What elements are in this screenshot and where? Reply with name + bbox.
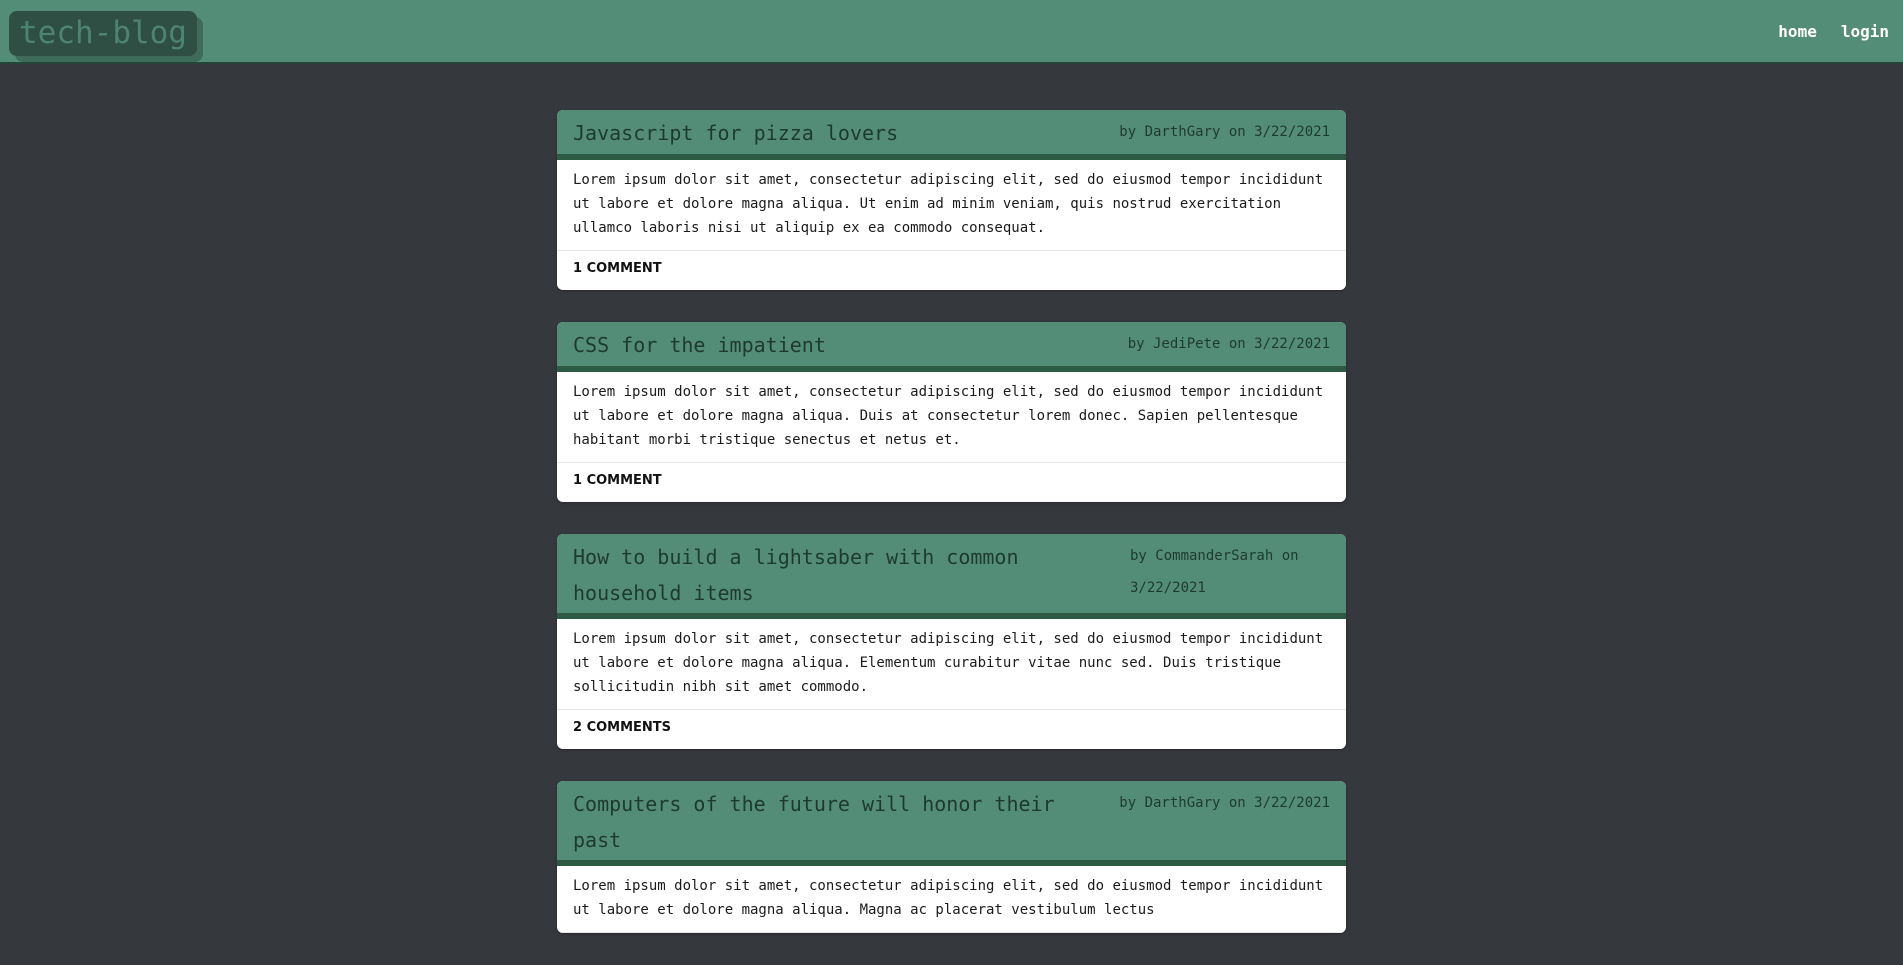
nav-links: home login — [1778, 22, 1889, 41]
post-body: Lorem ipsum dolor sit amet, consectetur … — [557, 866, 1346, 933]
post-header: Javascript for pizza lovers by DarthGary… — [557, 110, 1346, 160]
post-card: CSS for the impatient by JediPete on 3/2… — [557, 322, 1346, 502]
post-card: Computers of the future will honor their… — [557, 781, 1346, 933]
post-meta: by DarthGary on 3/22/2021 — [1119, 795, 1330, 811]
post-comments-link[interactable]: 2 COMMENTS — [557, 710, 1346, 749]
post-title[interactable]: Javascript for pizza lovers — [573, 110, 898, 153]
nav-link-home[interactable]: home — [1778, 22, 1817, 41]
brand-logo[interactable]: tech-blog — [9, 11, 197, 56]
post-meta: by CommanderSarah on 3/22/2021 — [1130, 548, 1299, 596]
post-list: Javascript for pizza lovers by DarthGary… — [557, 110, 1346, 965]
post-meta: by DarthGary on 3/22/2021 — [1119, 124, 1330, 140]
post-body: Lorem ipsum dolor sit amet, consectetur … — [557, 160, 1346, 251]
post-comments-link[interactable]: 1 COMMENT — [557, 463, 1346, 502]
brand-text[interactable]: tech-blog — [19, 18, 187, 49]
post-header: How to build a lightsaber with common ho… — [557, 534, 1346, 619]
post-card: How to build a lightsaber with common ho… — [557, 534, 1346, 749]
post-body: Lorem ipsum dolor sit amet, consectetur … — [557, 372, 1346, 463]
post-card: Javascript for pizza lovers by DarthGary… — [557, 110, 1346, 290]
post-meta: by JediPete on 3/22/2021 — [1127, 336, 1330, 352]
post-title[interactable]: CSS for the impatient — [573, 322, 826, 365]
navbar: tech-blog home login — [0, 0, 1903, 64]
post-header: CSS for the impatient by JediPete on 3/2… — [557, 322, 1346, 372]
post-body: Lorem ipsum dolor sit amet, consectetur … — [557, 619, 1346, 710]
post-title[interactable]: How to build a lightsaber with common ho… — [573, 534, 1093, 613]
post-title[interactable]: Computers of the future will honor their… — [573, 781, 1093, 860]
nav-link-login[interactable]: login — [1841, 22, 1889, 41]
post-header: Computers of the future will honor their… — [557, 781, 1346, 866]
post-comments-link[interactable]: 1 COMMENT — [557, 251, 1346, 290]
